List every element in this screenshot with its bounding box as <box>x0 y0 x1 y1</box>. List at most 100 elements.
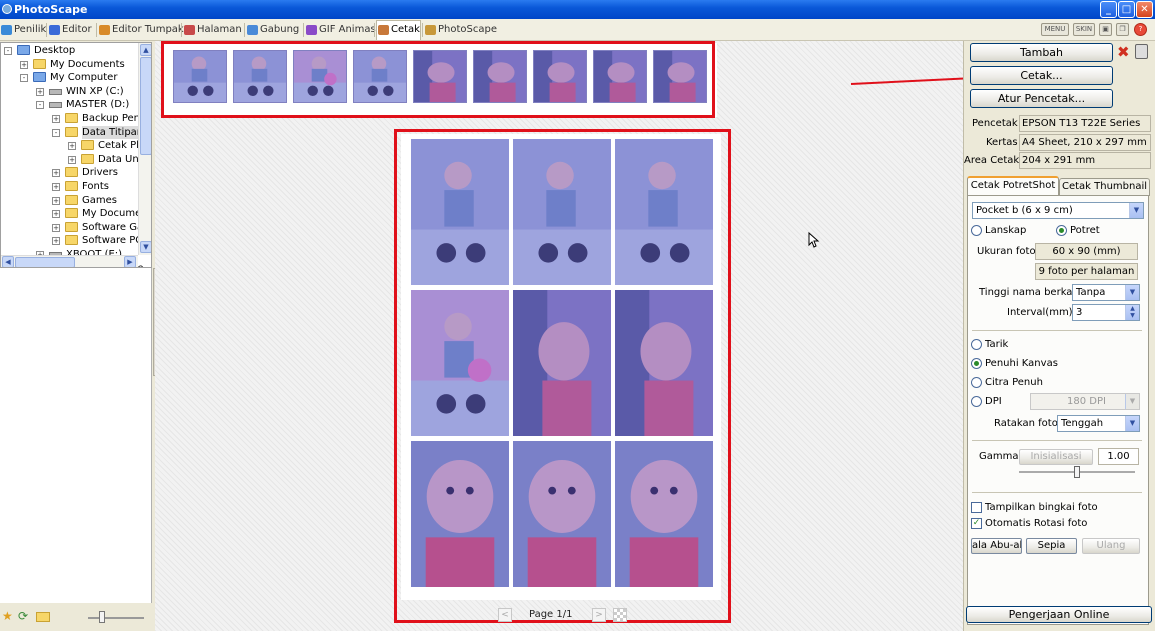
bingkai-checkbox[interactable] <box>971 502 982 513</box>
tree-scroll-thumb[interactable] <box>140 57 151 155</box>
tree-vertical-scrollbar[interactable]: ▲ ▼ <box>138 43 151 255</box>
tree-node[interactable]: + My Documents <box>1 58 138 71</box>
tree-node[interactable]: + Software Ga <box>1 221 143 234</box>
potret-radio[interactable] <box>1056 225 1067 236</box>
collapse-icon[interactable]: - <box>4 47 12 55</box>
selected-photo-thumb[interactable] <box>233 50 287 103</box>
tree-node[interactable]: + WIN XP (C:) <box>1 85 138 98</box>
open-folder-icon[interactable] <box>36 612 50 622</box>
expand-icon[interactable]: + <box>52 183 60 191</box>
tree-node[interactable]: - Data Titipan <box>1 125 144 139</box>
help-icon[interactable]: ? <box>1134 23 1147 36</box>
ulang-button[interactable]: Ulang <box>1082 538 1140 554</box>
inisialisasi-button[interactable]: Inisialisasi <box>1019 449 1093 465</box>
pengerjaan-online-button[interactable]: Pengerjaan Online <box>966 606 1152 623</box>
rotasi-checkbox[interactable]: ✓ <box>971 518 982 529</box>
selected-photo-thumb[interactable] <box>353 50 407 103</box>
tab-cetak-thumbnail[interactable]: Cetak Thumbnail <box>1059 178 1150 196</box>
tambah-button[interactable]: Tambah <box>970 43 1113 62</box>
expand-icon[interactable]: + <box>68 155 76 164</box>
tree-node[interactable]: - My Computer <box>1 71 138 84</box>
print-photo[interactable] <box>513 441 611 587</box>
next-page-button[interactable]: > <box>592 608 606 622</box>
expand-icon[interactable]: + <box>52 169 60 178</box>
tree-node[interactable]: + My Docume <box>1 207 141 220</box>
file-thumbnail-list[interactable] <box>0 268 152 603</box>
window-mode-icon[interactable]: ❐ <box>1116 23 1129 36</box>
tree-node[interactable]: + Drivers <box>1 166 138 179</box>
selected-photo-thumb[interactable] <box>413 50 467 103</box>
scroll-down-icon[interactable]: ▼ <box>140 241 151 253</box>
expand-icon[interactable]: + <box>52 210 60 219</box>
cetak-button[interactable]: Cetak... <box>970 66 1113 85</box>
penuhi-kanvas-radio[interactable] <box>971 358 982 369</box>
tab-editor[interactable]: Editor <box>48 21 92 39</box>
citra-penuh-radio[interactable] <box>971 377 982 388</box>
print-photo[interactable] <box>615 290 713 436</box>
ratakan-foto-select[interactable]: Tenggah ▼ <box>1057 415 1140 432</box>
print-photo[interactable] <box>411 290 509 436</box>
expand-icon[interactable]: + <box>68 142 76 151</box>
expand-icon[interactable]: + <box>52 223 60 232</box>
scroll-up-icon[interactable]: ▲ <box>140 44 151 56</box>
tree-node[interactable]: - MASTER (D:) <box>1 98 138 111</box>
thumbnail-size-slider-thumb[interactable] <box>99 611 105 623</box>
atur-pencetak-button[interactable]: Atur Pencetak... <box>970 89 1113 108</box>
scroll-right-icon[interactable]: ▶ <box>124 256 136 267</box>
print-photo[interactable] <box>513 139 611 285</box>
collapse-icon[interactable]: - <box>36 101 44 110</box>
tree-node[interactable]: + Backup Pen <box>1 112 140 125</box>
abu-abu-button[interactable]: ala Abu-ab <box>971 538 1022 554</box>
print-photo[interactable] <box>513 290 611 436</box>
tab-cetak-potretshot[interactable]: Cetak PotretShot <box>967 176 1059 195</box>
print-photo[interactable] <box>411 139 509 285</box>
tarik-radio[interactable] <box>971 339 982 350</box>
preview-background-icon[interactable] <box>613 608 627 622</box>
tab-penilik[interactable]: Penilik <box>0 21 46 39</box>
interval-stepper[interactable]: 3 ▲ ▼ <box>1072 304 1140 321</box>
menu-button[interactable]: MENU <box>1041 23 1069 36</box>
prev-page-button[interactable]: < <box>498 608 512 622</box>
tree-horizontal-scrollbar[interactable]: ◀ ▶ <box>1 255 138 267</box>
scroll-left-icon[interactable]: ◀ <box>2 256 14 267</box>
expand-icon[interactable]: + <box>20 60 28 69</box>
tab-gif-animasi[interactable]: GIF Animasi <box>305 21 378 39</box>
print-photo[interactable] <box>411 441 509 587</box>
selected-photo-thumb[interactable] <box>293 50 347 103</box>
selected-photo-thumb[interactable] <box>473 50 527 103</box>
stepper-icon[interactable]: ▲ ▼ <box>1125 305 1139 320</box>
selected-photo-thumb[interactable] <box>593 50 647 103</box>
tree-node[interactable]: + Cetak Pl <box>1 139 139 152</box>
expand-icon[interactable]: + <box>36 87 44 96</box>
selected-photo-thumb[interactable] <box>653 50 707 103</box>
selected-photo-thumb[interactable] <box>533 50 587 103</box>
expand-icon[interactable]: + <box>52 237 60 246</box>
print-photo[interactable] <box>615 139 713 285</box>
photo-size-select[interactable]: Pocket b (6 x 9 cm) ▼ <box>972 202 1144 219</box>
favorite-star-icon[interactable]: ★ <box>2 609 13 623</box>
tinggi-nama-select[interactable]: Tanpa ▼ <box>1072 284 1140 301</box>
fullscreen-icon[interactable]: ▣ <box>1099 23 1112 36</box>
print-photo[interactable] <box>615 441 713 587</box>
expand-icon[interactable]: + <box>52 115 60 123</box>
collapse-icon[interactable]: - <box>20 74 28 83</box>
tree-node[interactable]: + Software PC <box>1 234 142 247</box>
close-button[interactable]: ✕ <box>1136 1 1153 18</box>
tree-hscroll-thumb[interactable] <box>15 257 75 267</box>
tree-node[interactable]: + Data Un <box>1 153 139 166</box>
tree-node[interactable]: + Fonts <box>1 180 138 193</box>
gamma-slider-thumb[interactable] <box>1074 466 1080 478</box>
sepia-button[interactable]: Sepia <box>1026 538 1077 554</box>
tab-halaman[interactable]: Halaman <box>183 21 242 39</box>
thumbnail-size-slider[interactable] <box>88 617 144 619</box>
tree-node[interactable]: - Desktop <box>1 44 138 57</box>
maximize-button[interactable]: □ <box>1118 1 1135 18</box>
trash-icon[interactable] <box>1135 44 1148 59</box>
tab-gabung[interactable]: Gabung <box>246 21 299 39</box>
tab-photoscape[interactable]: PhotoScape <box>424 21 497 39</box>
tab-cetak[interactable]: Cetak <box>376 20 421 40</box>
tree-node[interactable]: + Games <box>1 194 138 207</box>
dpi-radio[interactable] <box>971 396 982 407</box>
lanskap-radio[interactable] <box>971 225 982 236</box>
skin-button[interactable]: SKIN <box>1073 23 1095 36</box>
